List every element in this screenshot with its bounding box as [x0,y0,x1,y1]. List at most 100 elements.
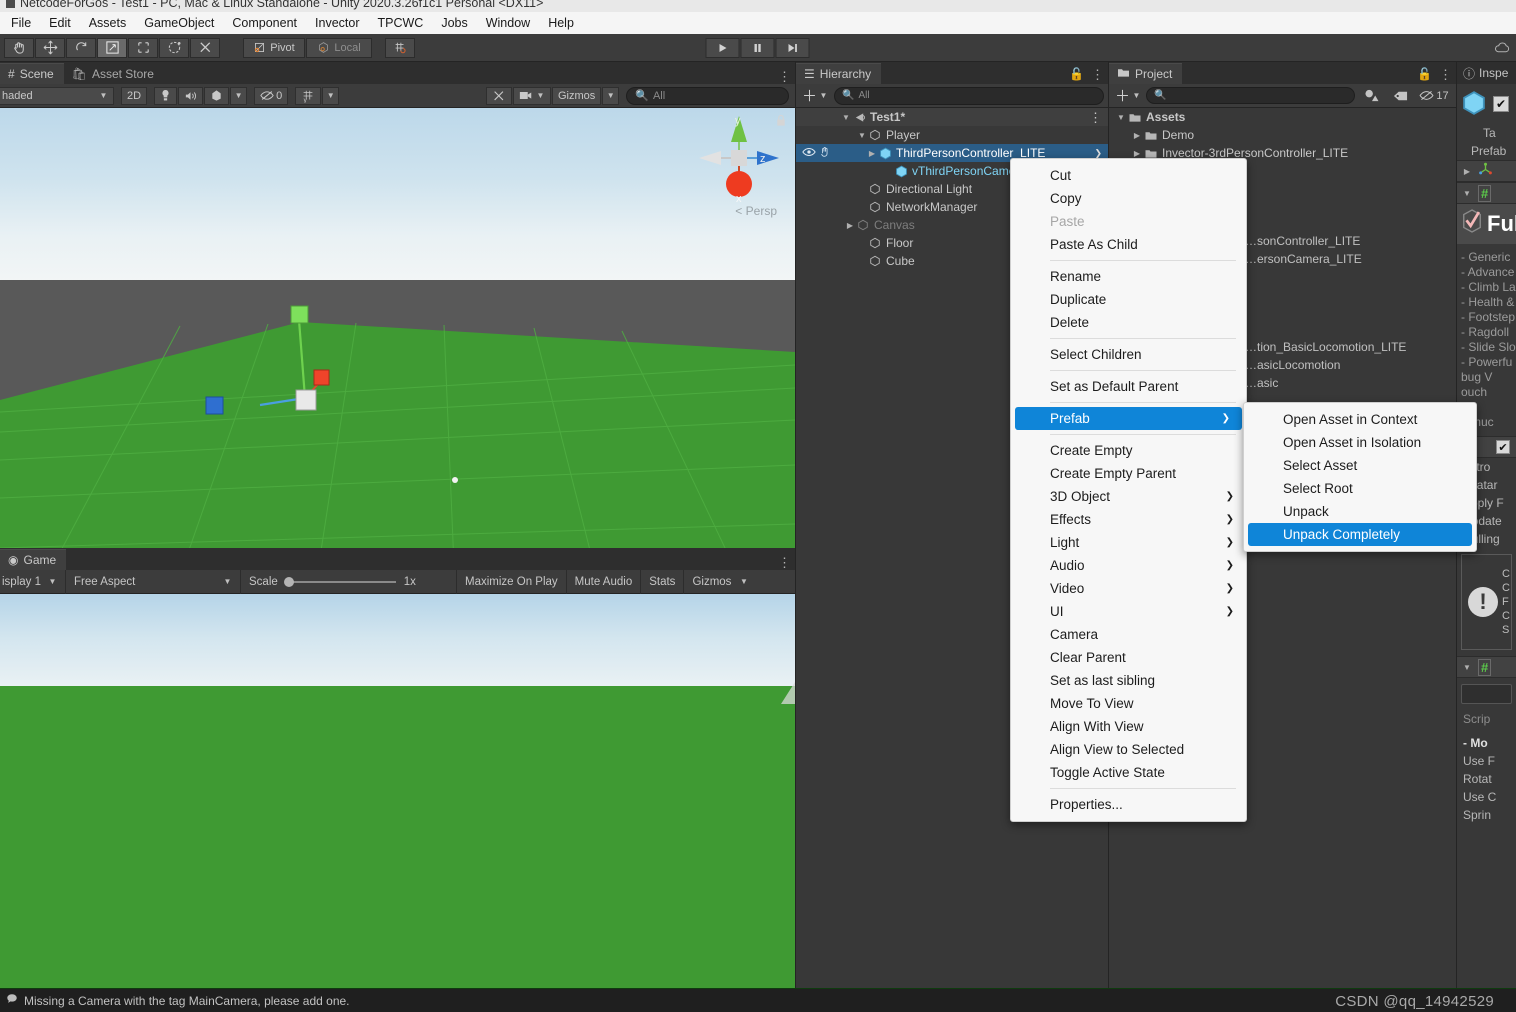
submenu-item-select-root[interactable]: Select Root [1244,477,1476,500]
menu-item-duplicate[interactable]: Duplicate [1011,288,1246,311]
pause-button[interactable] [740,37,775,58]
project-item-assets[interactable]: ▼ Assets [1109,108,1456,126]
menu-item-rename[interactable]: Rename [1011,265,1246,288]
inspector-object-field[interactable] [1461,684,1512,704]
menu-window[interactable]: Window [477,14,539,32]
twisty-down-icon[interactable]: ▼ [1461,663,1473,672]
tab-game[interactable]: ◉ Game [0,549,67,570]
tab-inspector[interactable]: ⓘ Inspe [1457,62,1516,84]
game-gizmos-dropdown[interactable]: ▼ [733,570,754,594]
menu-item-properties[interactable]: Properties... [1011,793,1246,816]
project-add-button[interactable]: ＋ ▼ [1113,85,1143,106]
menu-item-set-as-last-sibling[interactable]: Set as last sibling [1011,669,1246,692]
menu-item-select-children[interactable]: Select Children [1011,343,1246,366]
hierarchy-item-player[interactable]: ▼ Player [796,126,1108,144]
tab-hierarchy[interactable]: ☰ Hierarchy [796,63,882,84]
submenu-item-unpack-completely[interactable]: Unpack Completely [1248,523,1472,546]
draw-mode-dropdown[interactable]: haded ▼ [0,86,114,105]
hierarchy-lock-icon[interactable]: 🔓 [1069,67,1084,81]
tab-asset-store[interactable]: 🛍 Asset Store [63,63,164,84]
menu-item-prefab[interactable]: Prefab ❯ [1015,407,1242,430]
gizmos-button[interactable]: Gizmos [551,86,602,105]
menu-assets[interactable]: Assets [80,14,136,32]
menu-tpcwc[interactable]: TPCWC [368,14,432,32]
scale-gizmo[interactable] [200,298,350,428]
scale-slider[interactable]: Scale 1x [241,569,457,594]
scene-kebab-icon[interactable]: ⋮ [778,70,791,83]
rect-tool-button[interactable] [128,37,158,58]
step-button[interactable] [775,37,810,58]
hierarchy-search-input[interactable]: 🔍 All [834,86,1104,105]
hand-icon[interactable] [819,146,831,160]
menu-item-move-to-view[interactable]: Move To View [1011,692,1246,715]
game-gizmos-button[interactable]: Gizmos [684,570,733,594]
maximize-on-play-button[interactable]: Maximize On Play [457,569,567,594]
twisty-right-icon[interactable]: ▶ [866,149,878,158]
scale-slider-track[interactable] [283,576,396,587]
twisty-right-icon[interactable]: ▶ [1131,131,1143,140]
tab-project[interactable]: Project [1109,63,1183,84]
2d-toggle-button[interactable]: 2D [121,86,148,105]
display-dropdown[interactable]: isplay 1 ▼ [0,569,66,594]
menu-item-create-empty-parent[interactable]: Create Empty Parent [1011,462,1246,485]
scene-audio-button[interactable] [178,86,204,105]
project-item-demo[interactable]: ▶ Demo [1109,126,1456,144]
scale-slider-knob[interactable] [283,576,294,587]
menu-file[interactable]: File [2,14,40,32]
menu-item-delete[interactable]: Delete [1011,311,1246,334]
menu-gameobject[interactable]: GameObject [135,14,223,32]
menu-edit[interactable]: Edit [40,14,80,32]
menu-invector[interactable]: Invector [306,14,368,32]
grid-snap-button[interactable] [385,37,415,58]
menu-component[interactable]: Component [223,14,306,32]
twisty-down-icon[interactable]: ▼ [856,131,868,140]
cloud-icon[interactable] [1490,38,1514,58]
inspector-transform-component[interactable]: ▶ [1457,160,1516,182]
twisty-down-icon[interactable]: ▼ [1115,113,1127,122]
submenu-item-unpack[interactable]: Unpack [1244,500,1476,523]
project-hidden-count[interactable]: 17 [1416,87,1452,105]
game-viewport[interactable] [0,594,795,1010]
project-search-input[interactable]: 🔍 [1146,87,1355,104]
handle-space-button[interactable]: Local [306,37,372,58]
menu-item-toggle-active-state[interactable]: Toggle Active State [1011,761,1246,784]
eye-icon[interactable] [802,146,816,160]
menu-item-align-with-view[interactable]: Align With View [1011,715,1246,738]
scene-row-kebab-icon[interactable]: ⋮ [1089,111,1102,124]
gizmos-dropdown[interactable]: ▼ [602,86,620,105]
twisty-right-icon[interactable]: ▶ [1131,149,1143,158]
menu-item-ui[interactable]: UI ❯ [1011,600,1246,623]
submenu-item-open-asset-in-isolation[interactable]: Open Asset in Isolation [1244,431,1476,454]
menu-item-cut[interactable]: Cut [1011,164,1246,187]
scale-tool-button[interactable] [97,37,127,58]
filter-by-type-icon[interactable] [1358,87,1384,105]
menu-item-audio[interactable]: Audio ❯ [1011,554,1246,577]
hierarchy-kebab-icon[interactable]: ⋮ [1091,68,1104,81]
custom-tool-button[interactable] [190,37,220,58]
twisty-right-icon[interactable]: ▶ [1461,167,1473,176]
submenu-item-open-asset-in-context[interactable]: Open Asset in Context [1244,408,1476,431]
project-lock-icon[interactable]: 🔓 [1417,67,1432,81]
inspector-script-component[interactable]: ▼ # [1457,182,1516,204]
menu-item-create-empty[interactable]: Create Empty [1011,439,1246,462]
play-button[interactable] [705,37,740,58]
aspect-dropdown[interactable]: Free Aspect ▼ [66,569,241,594]
scene-tools-button[interactable] [485,86,512,105]
object-active-checkbox[interactable]: ✔ [1493,96,1509,112]
hand-tool-button[interactable] [4,37,34,58]
move-field[interactable]: Use C [1457,788,1516,806]
twisty-down-icon[interactable]: ▼ [840,113,852,122]
scene-fx-button[interactable] [204,86,230,105]
tab-scene[interactable]: # Scene [0,63,64,84]
menu-item-video[interactable]: Video ❯ [1011,577,1246,600]
scene-hidden-objects-button[interactable]: 0 [254,86,289,105]
scene-grid-button[interactable]: y [295,86,322,105]
stats-button[interactable]: Stats [641,569,685,594]
menu-item-light[interactable]: Light ❯ [1011,531,1246,554]
menu-jobs[interactable]: Jobs [432,14,476,32]
submenu-item-select-asset[interactable]: Select Asset [1244,454,1476,477]
menu-item-align-view-to-selected[interactable]: Align View to Selected [1011,738,1246,761]
scene-viewport[interactable]: z x y < Persp [0,108,795,570]
twisty-right-icon[interactable]: ▶ [844,221,856,230]
menu-item-set-as-default-parent[interactable]: Set as Default Parent [1011,375,1246,398]
